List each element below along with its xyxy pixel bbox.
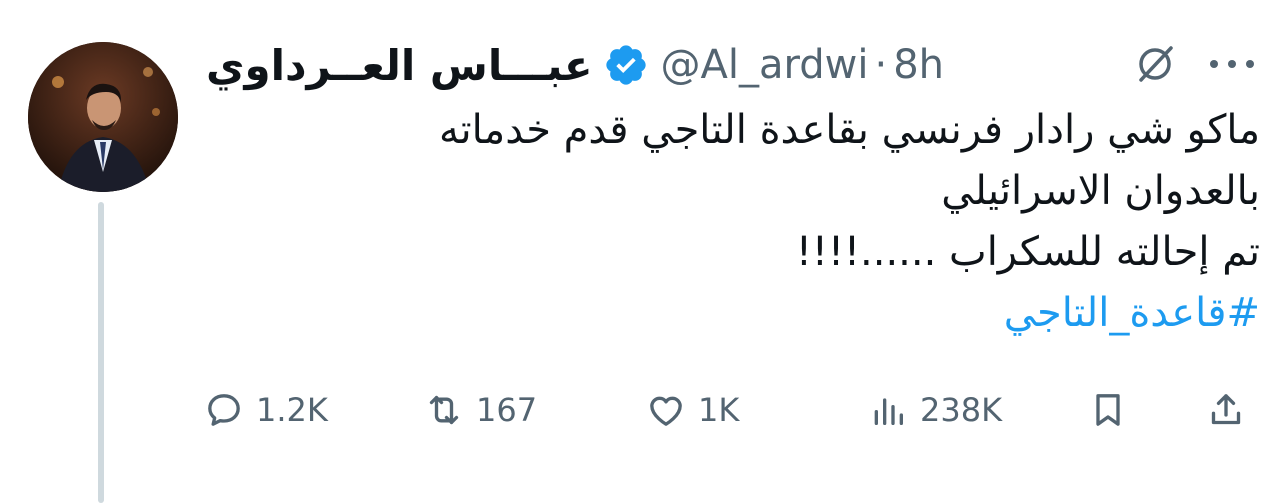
- avatar[interactable]: [28, 42, 178, 192]
- action-bar: 1.2K 167 1K 238K: [200, 382, 1260, 438]
- like-button[interactable]: 1K: [646, 382, 739, 438]
- repost-icon: [429, 395, 459, 425]
- avatar-photo: [28, 42, 178, 192]
- views-icon: [874, 398, 903, 425]
- bookmark-button[interactable]: [1088, 382, 1128, 438]
- tweet-header: عبـــاس العــرداوي @Al_ardwi · 8h: [200, 36, 1260, 94]
- like-count: 1K: [698, 391, 740, 429]
- display-name[interactable]: عبـــاس العــرداوي: [206, 41, 594, 90]
- tweet-body: ماكو شي رادار فرنسي بقاعدة التاجي قدم خد…: [220, 100, 1260, 344]
- reply-button[interactable]: 1.2K: [204, 382, 328, 438]
- timestamp[interactable]: 8h: [893, 42, 944, 88]
- thread-line: [98, 202, 104, 503]
- like-icon: [650, 396, 682, 426]
- tweet-line: ماكو شي رادار فرنسي بقاعدة التاجي قدم خد…: [439, 107, 1260, 153]
- reply-icon: [208, 394, 240, 426]
- handle[interactable]: @Al_ardwi: [661, 42, 869, 88]
- repost-button[interactable]: 167: [424, 382, 537, 438]
- views-button[interactable]: 238K: [868, 382, 1002, 438]
- more-icon[interactable]: [1208, 58, 1256, 70]
- verified-badge-icon[interactable]: [603, 42, 649, 88]
- hashtag-link[interactable]: #قاعدة_التاجي: [220, 283, 1260, 344]
- reply-count: 1.2K: [256, 391, 328, 429]
- tweet-line: تم إحالته للسكراب ......!!!!: [795, 229, 1260, 275]
- tweet-line: بالعدوان الاسرائيلي: [941, 168, 1260, 214]
- bookmark-icon: [1096, 394, 1120, 426]
- share-button[interactable]: [1206, 382, 1246, 438]
- share-icon: [1211, 394, 1241, 425]
- repost-count: 167: [476, 391, 538, 429]
- views-count: 238K: [920, 391, 1003, 429]
- separator-dot: ·: [874, 42, 888, 88]
- grok-icon[interactable]: [1131, 40, 1179, 88]
